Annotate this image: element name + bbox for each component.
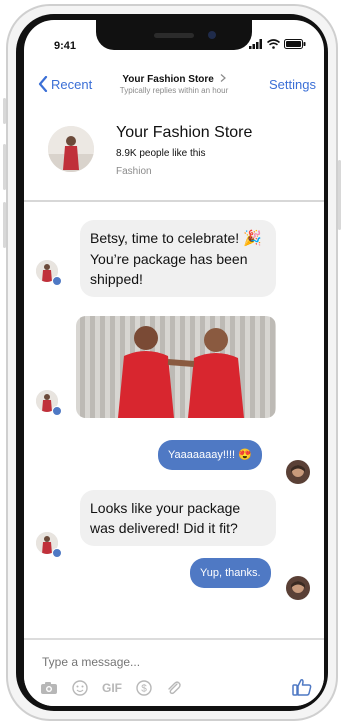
message-input[interactable] bbox=[40, 654, 244, 670]
status-icons bbox=[249, 39, 306, 49]
payment-icon[interactable]: $ bbox=[136, 680, 152, 696]
thumbs-up-icon[interactable] bbox=[292, 678, 312, 696]
volume-up-button bbox=[3, 144, 6, 190]
page-name: Your Fashion Store bbox=[116, 124, 253, 141]
attachment-icon[interactable] bbox=[166, 680, 182, 696]
outgoing-message: Yup, thanks. bbox=[190, 558, 271, 588]
front-camera bbox=[208, 31, 216, 39]
user-avatar bbox=[286, 460, 310, 484]
message-line: Betsy, time to celebrate! 🎉 bbox=[90, 228, 266, 249]
page-avatar-image bbox=[48, 126, 94, 172]
message-composer: GIF $ bbox=[24, 638, 324, 706]
volume-down-button bbox=[3, 202, 6, 248]
messenger-badge-icon bbox=[52, 548, 62, 558]
user-avatar bbox=[286, 576, 310, 600]
message-text: Yup, thanks. bbox=[200, 567, 261, 579]
messenger-badge-icon bbox=[52, 406, 62, 416]
conversation-header: Recent Your Fashion Store Typically repl… bbox=[24, 68, 324, 104]
notch bbox=[96, 20, 252, 50]
settings-button[interactable]: Settings bbox=[269, 77, 316, 92]
message-line: You’re package has been bbox=[90, 251, 248, 267]
wifi-icon bbox=[267, 39, 280, 49]
page-category: Fashion bbox=[116, 166, 152, 177]
emoji-icon[interactable] bbox=[72, 680, 88, 696]
header-title-block[interactable]: Your Fashion Store Typically replies wit… bbox=[104, 74, 244, 95]
heart-eyes-emoji-icon: 😍 bbox=[238, 449, 252, 461]
incoming-message: Looks like your package was delivered! D… bbox=[80, 490, 276, 546]
message-line: Looks like your package bbox=[90, 500, 241, 516]
chevron-right-icon bbox=[220, 74, 226, 82]
signal-icon bbox=[249, 39, 262, 49]
back-label: Recent bbox=[51, 76, 93, 92]
header-title: Your Fashion Store bbox=[122, 74, 214, 85]
page-profile-card: Your Fashion Store 8.9K people like this… bbox=[24, 104, 324, 200]
camera-icon[interactable] bbox=[40, 681, 58, 695]
incoming-message: Betsy, time to celebrate! 🎉 You’re packa… bbox=[80, 220, 276, 297]
party-popper-icon: 🎉 bbox=[243, 230, 262, 247]
message-text: Yaaaaaaay!!!! bbox=[168, 449, 236, 461]
composer-toolbar: GIF $ bbox=[40, 680, 182, 696]
message-line: was delivered! Did it fit? bbox=[90, 520, 238, 536]
gif-button[interactable]: GIF bbox=[102, 681, 122, 695]
message-line: shipped! bbox=[90, 271, 143, 287]
outgoing-message: Yaaaaaaay!!!! 😍 bbox=[158, 440, 262, 470]
app-screen: 9:41 Recent Your Fashion Store Typically… bbox=[24, 20, 324, 706]
page-likes: 8.9K people like this bbox=[116, 148, 206, 159]
battery-icon bbox=[284, 39, 306, 49]
shared-photo[interactable] bbox=[76, 316, 276, 418]
power-button bbox=[338, 160, 341, 230]
page-avatar[interactable] bbox=[48, 126, 94, 172]
header-divider bbox=[24, 200, 324, 202]
back-button[interactable]: Recent bbox=[38, 76, 92, 92]
messenger-badge-icon bbox=[52, 276, 62, 286]
chevron-left-icon bbox=[38, 76, 48, 92]
status-time: 9:41 bbox=[54, 40, 77, 52]
header-title-row: Your Fashion Store bbox=[104, 74, 244, 85]
header-subtitle: Typically replies within an hour bbox=[119, 86, 229, 95]
shared-photo-image bbox=[76, 316, 276, 418]
svg-text:$: $ bbox=[141, 684, 147, 695]
speaker bbox=[154, 33, 194, 38]
mute-switch bbox=[3, 98, 6, 124]
message-text: Betsy, time to celebrate! bbox=[90, 230, 240, 246]
